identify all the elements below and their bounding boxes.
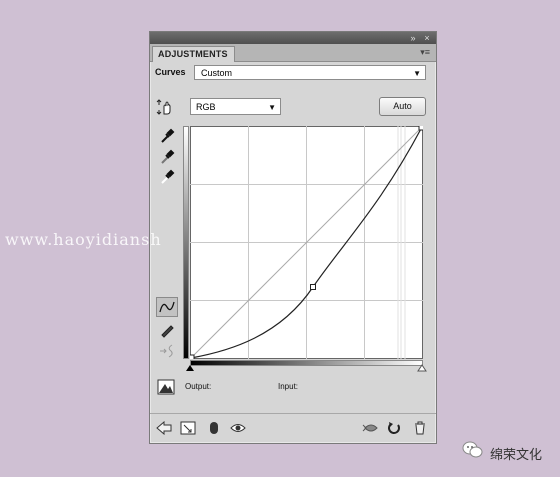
watermark-text: www.haoyidiansh: [5, 230, 162, 249]
chevron-down-icon: ▼: [413, 69, 421, 78]
clip-to-layer-icon[interactable]: [206, 421, 222, 435]
curve-point-mid: [310, 284, 316, 290]
adjustments-panel: » × ADJUSTMENTS ▾≡ Curves Custom ▼ RGB ▼…: [149, 31, 437, 444]
page: { "panel": { "tab_title": "ADJUSTMENTS",…: [0, 0, 560, 477]
reset-icon[interactable]: [386, 421, 402, 435]
input-label: Input:: [278, 382, 299, 391]
tab-adjustments[interactable]: ADJUSTMENTS: [152, 46, 235, 62]
output-gradient-bar: [183, 126, 189, 359]
output-label: Output:: [185, 382, 212, 391]
eyedropper-gray-icon[interactable]: [159, 149, 175, 165]
black-point-slider[interactable]: [186, 365, 194, 371]
channel-value: RGB: [196, 102, 216, 112]
eyedropper-black-icon[interactable]: [159, 128, 175, 144]
hand-adjust-icon[interactable]: [156, 98, 174, 119]
channel-dropdown[interactable]: RGB ▼: [190, 98, 281, 115]
smooth-curve-icon[interactable]: [159, 343, 175, 359]
panel-titlebar: » ×: [150, 32, 436, 44]
pencil-draw-icon[interactable]: [159, 322, 175, 338]
curves-graph[interactable]: [190, 126, 423, 359]
eye-visibility-icon[interactable]: [230, 421, 246, 435]
white-point-slider[interactable]: [417, 364, 427, 372]
eyedropper-white-icon[interactable]: [159, 169, 175, 185]
chevron-down-icon: ▼: [268, 103, 276, 112]
input-gradient-bar: [190, 360, 423, 366]
brand-text: 绵荣文化: [490, 447, 543, 462]
expand-view-icon[interactable]: [180, 421, 196, 435]
preset-value: Custom: [201, 68, 233, 78]
panel-menu-icon[interactable]: ▾≡: [420, 47, 430, 58]
trash-icon[interactable]: [412, 421, 428, 435]
curve-point-end: [418, 126, 423, 131]
back-arrow-icon[interactable]: [156, 420, 172, 436]
auto-button[interactable]: Auto: [379, 97, 426, 116]
clipping-warning-icon[interactable]: [157, 379, 175, 395]
curve-point-start: [190, 354, 195, 359]
collapse-icon[interactable]: »: [408, 33, 418, 43]
panel-bottom-bar: [150, 413, 436, 442]
panel-tab-row: ADJUSTMENTS ▾≡: [150, 44, 436, 62]
close-icon[interactable]: ×: [422, 33, 432, 43]
view-previous-icon[interactable]: [362, 421, 378, 435]
curves-label: Curves: [155, 67, 186, 77]
wechat-logo-icon: [462, 441, 483, 458]
curve-point-tool-icon[interactable]: [156, 297, 178, 317]
preset-dropdown[interactable]: Custom ▼: [194, 65, 426, 80]
